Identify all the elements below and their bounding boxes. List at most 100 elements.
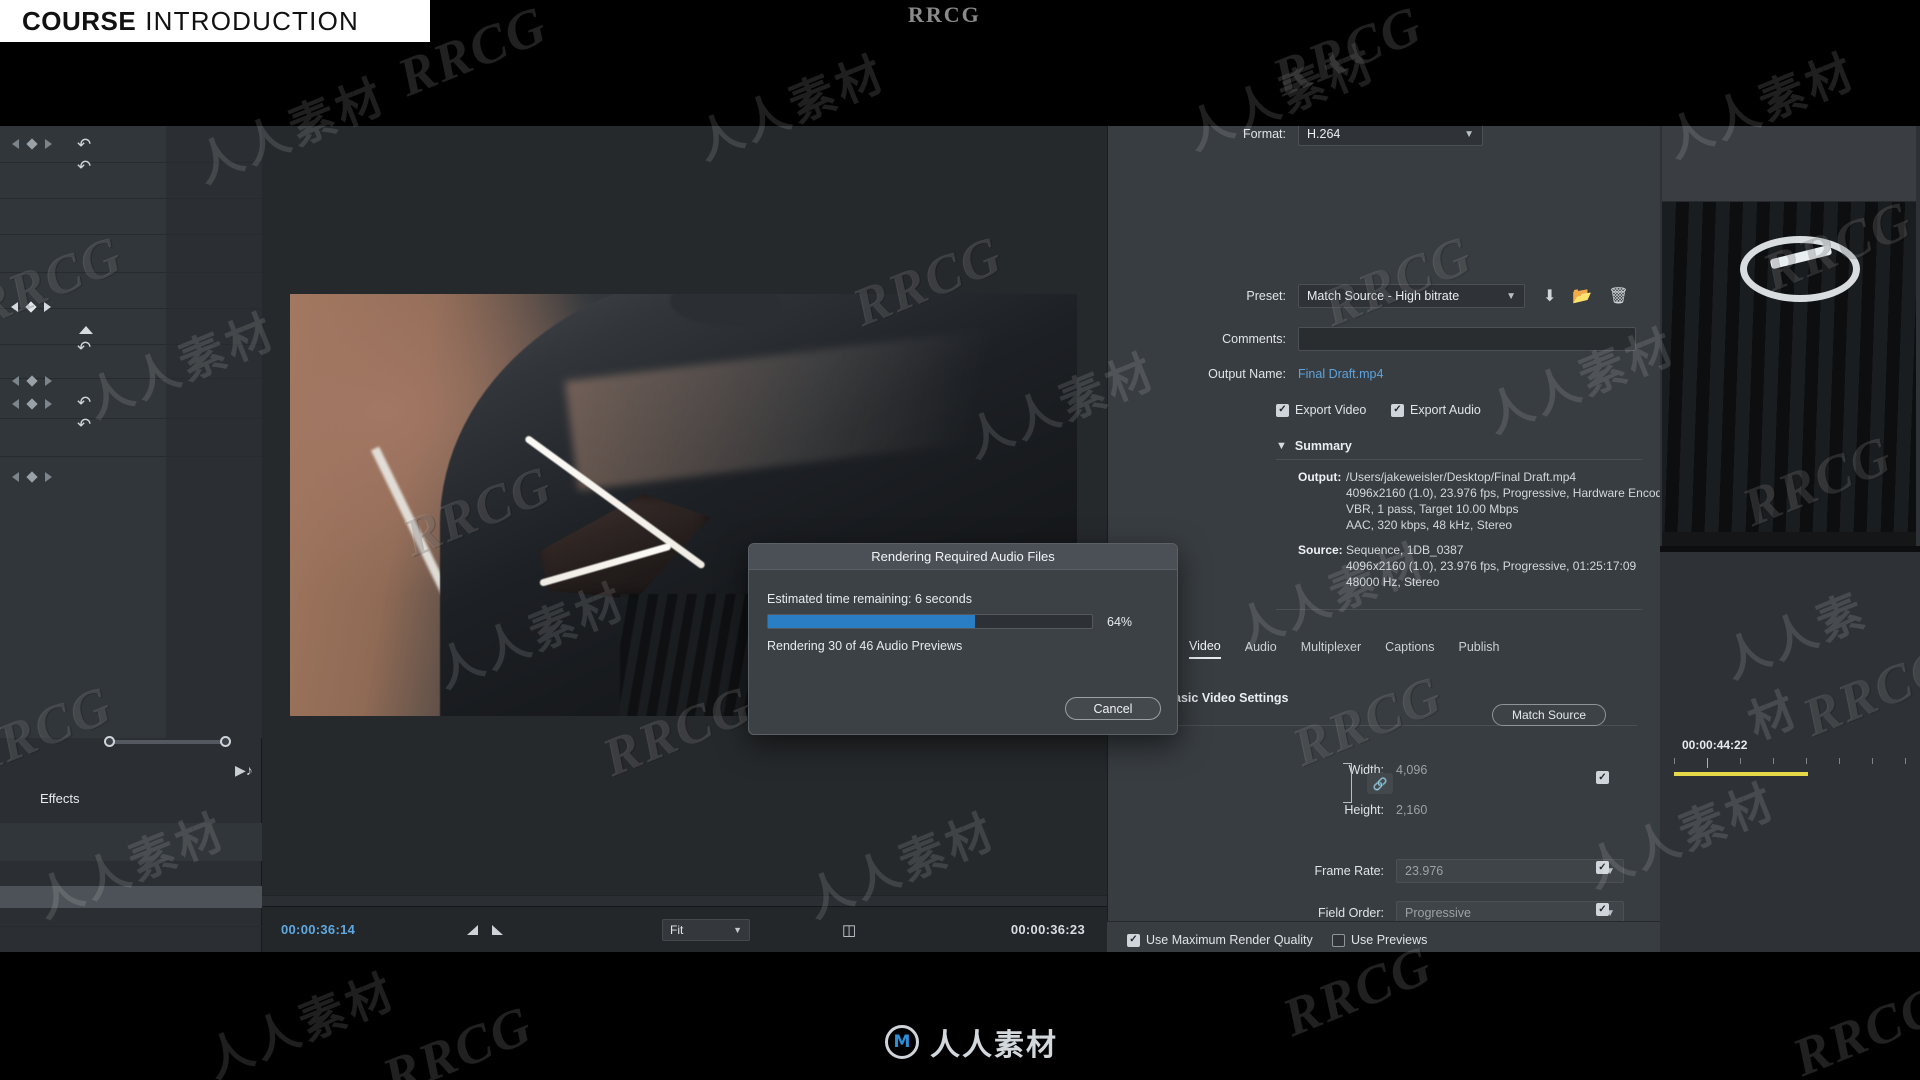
brand-ring-icon: M (885, 1025, 919, 1059)
reset-icon[interactable]: ↶ (77, 339, 91, 356)
reset-icon[interactable]: ↶ (77, 158, 91, 175)
link-chain-icon[interactable]: 🔗 (1367, 773, 1393, 794)
next-keyframe-icon[interactable] (45, 376, 52, 386)
prev-keyframe-icon[interactable] (12, 399, 19, 409)
prev-keyframe-icon[interactable] (11, 302, 18, 312)
frame-rate-select[interactable]: 23.976 ▼ (1396, 859, 1624, 883)
save-preset-icon[interactable]: ⬇ (1543, 286, 1556, 306)
height-value[interactable]: 2,160 (1396, 803, 1427, 817)
add-keyframe-icon[interactable] (26, 398, 38, 410)
rrcg-top-watermark: RRCG (908, 2, 981, 27)
delete-preset-icon[interactable]: 🗑 (1608, 286, 1628, 306)
cancel-button[interactable]: Cancel (1065, 697, 1161, 720)
row-divider (0, 418, 262, 419)
frame-rate-row: Frame Rate: 23.976 ▼ (1276, 859, 1636, 883)
panel-divider (1660, 546, 1920, 552)
current-timecode[interactable]: 00:00:36:14 (281, 922, 355, 937)
width-value[interactable]: 4,096 (1396, 763, 1427, 777)
prev-keyframe-icon[interactable] (12, 376, 19, 386)
export-audio-checkbox-row[interactable]: ✓ Export Audio (1391, 403, 1481, 417)
keyframe-nav-3[interactable] (12, 375, 52, 387)
add-keyframe-icon[interactable] (26, 471, 38, 483)
zoom-level-select[interactable]: Fit ▼ (662, 918, 750, 941)
effect-controls-panel: ↶ ↶ ↶ ↶ ↶ ▶♪ Effects (0, 126, 262, 952)
use-previews-row[interactable]: Use Previews (1332, 933, 1427, 947)
export-frame-icon[interactable]: ◫ (842, 921, 856, 939)
frame-rate-match-checkbox[interactable]: ✓ (1596, 861, 1609, 874)
output-name-link[interactable]: Final Draft.mp4 (1298, 367, 1383, 381)
collapse-caret-icon[interactable] (79, 326, 93, 334)
import-preset-icon[interactable]: 📂 (1572, 286, 1592, 306)
keyframe-nav-1[interactable] (12, 138, 52, 150)
comments-input[interactable] (1298, 327, 1636, 351)
use-max-render-quality-label: Use Maximum Render Quality (1146, 933, 1313, 947)
preset-select[interactable]: Match Source - High bitrate ▼ (1298, 284, 1525, 308)
tab-captions[interactable]: Captions (1385, 640, 1434, 658)
rendering-audio-dialog: Rendering Required Audio Files Estimated… (748, 543, 1178, 735)
chevron-down-icon[interactable]: ▼ (1276, 440, 1287, 452)
basic-video-settings-title: Basic Video Settings (1165, 691, 1289, 705)
step-forward-icon[interactable] (492, 924, 503, 935)
dialog-status-text: Rendering 30 of 46 Audio Previews (767, 639, 963, 653)
effect-controls-right-column (166, 126, 262, 738)
prev-keyframe-icon[interactable] (12, 472, 19, 482)
reset-icon[interactable]: ↶ (77, 136, 91, 153)
source-monitor-video[interactable] (1662, 126, 1916, 546)
duration-timecode[interactable]: 00:00:36:23 (1011, 922, 1085, 937)
use-previews-checkbox[interactable] (1332, 933, 1345, 947)
preset-value: Match Source - High bitrate (1307, 289, 1460, 303)
use-max-render-quality-row[interactable]: ✓ Use Maximum Render Quality (1127, 933, 1313, 947)
panel-band-highlight (0, 886, 262, 908)
tab-audio[interactable]: Audio (1245, 640, 1277, 658)
tab-multiplexer[interactable]: Multiplexer (1301, 640, 1361, 658)
timeline-timecode[interactable]: 00:00:44:22 (1682, 738, 1747, 752)
export-video-checkbox-row[interactable]: ✓ Export Video (1276, 403, 1366, 417)
next-keyframe-icon[interactable] (44, 302, 51, 312)
add-keyframe-icon[interactable] (26, 138, 38, 150)
tab-video[interactable]: Video (1189, 639, 1221, 659)
reset-icon[interactable]: ↶ (77, 394, 91, 411)
next-keyframe-icon[interactable] (45, 139, 52, 149)
summary-header[interactable]: ▼ Summary (1276, 439, 1352, 453)
tab-publish[interactable]: Publish (1459, 640, 1500, 658)
step-back-icon[interactable] (467, 924, 478, 935)
export-video-label: Export Video (1295, 403, 1367, 417)
slider-knob-left[interactable] (104, 736, 115, 747)
chevron-down-icon: ▼ (733, 924, 742, 935)
next-keyframe-icon[interactable] (45, 472, 52, 482)
field-order-match-checkbox[interactable]: ✓ (1596, 903, 1609, 916)
slider-knob-right[interactable] (220, 736, 231, 747)
export-settings-panel: Format: H.264 ▼ Preset: Match Source - H… (1107, 126, 1688, 952)
row-divider (0, 344, 262, 345)
preset-row: Preset: Match Source - High bitrate ▼ ⬇ … (1108, 284, 1661, 308)
format-select[interactable]: H.264 ▼ (1298, 126, 1483, 146)
audio-preview-play-icon[interactable]: ▶♪ (235, 762, 253, 779)
row-divider (0, 198, 262, 199)
export-video-checkbox[interactable]: ✓ (1276, 403, 1289, 417)
use-max-render-quality-checkbox[interactable]: ✓ (1127, 933, 1140, 947)
comments-label: Comments: (1222, 332, 1286, 346)
add-keyframe-icon[interactable] (26, 375, 38, 387)
keyframe-nav-2[interactable] (11, 301, 51, 313)
export-settings-scroll: Format: H.264 ▼ Preset: Match Source - H… (1108, 126, 1688, 786)
program-monitor-scrubber[interactable] (262, 895, 1107, 906)
audio-level-slider[interactable] (104, 736, 231, 747)
add-keyframe-icon[interactable] (25, 301, 37, 313)
dialog-progress-fill (768, 615, 976, 628)
keyframe-nav-5[interactable] (12, 471, 52, 483)
export-audio-checkbox[interactable]: ✓ (1391, 403, 1404, 417)
timeline-panel: 00:00:44:22 1DB_0426.MOV (1660, 126, 1920, 952)
next-keyframe-icon[interactable] (45, 399, 52, 409)
dialog-progress-percent: 64% (1107, 615, 1133, 629)
summary-output-line-0: /Users/jakeweisler/Desktop/Final Draft.m… (1346, 470, 1577, 484)
export-settings-tabs: Video Audio Multiplexer Captions Publish (1107, 631, 1660, 667)
reset-icon[interactable]: ↶ (77, 416, 91, 433)
prev-keyframe-icon[interactable] (12, 139, 19, 149)
keyframe-nav-4[interactable] (12, 398, 52, 410)
width-height-match-checkbox[interactable]: ✓ (1596, 771, 1609, 784)
match-source-button[interactable]: Match Source (1492, 704, 1606, 726)
summary-output-line-1: 4096x2160 (1.0), 23.976 fps, Progressive… (1346, 486, 1689, 500)
effects-panel-label[interactable]: Effects (40, 791, 80, 806)
timeline-ruler[interactable] (1674, 758, 1920, 768)
render-bar (1674, 772, 1808, 776)
